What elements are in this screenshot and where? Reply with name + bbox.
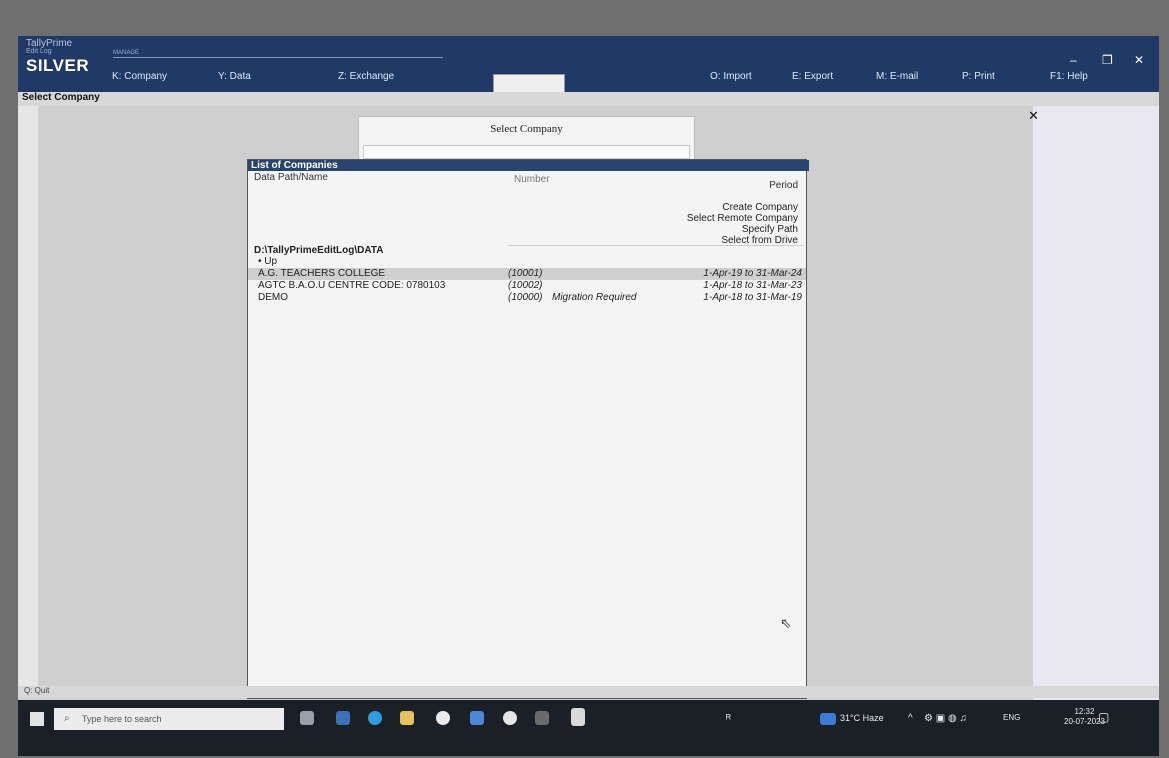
data-path: D:\TallyPrimeEditLog\DATA <box>254 245 384 256</box>
mail-icon[interactable] <box>336 711 350 725</box>
menu-company[interactable]: K: Company <box>112 71 167 82</box>
company-number: (10001) <box>508 268 543 279</box>
edge-browser-icon[interactable] <box>368 711 382 725</box>
people-icon[interactable]: ᴿ <box>726 713 731 725</box>
company-period: 1-Apr-19 to 31-Mar-24 <box>703 268 802 279</box>
minimize-icon[interactable]: – <box>1070 53 1077 67</box>
file-explorer-icon[interactable] <box>400 711 414 725</box>
close-screen-icon[interactable]: ✕ <box>1028 108 1039 124</box>
chrome-icon[interactable] <box>436 711 450 725</box>
company-period: 1-Apr-18 to 31-Mar-23 <box>703 280 802 291</box>
mouse-pointer-icon: ⇖ <box>780 615 792 631</box>
list-item-up[interactable]: • Up <box>248 256 806 268</box>
close-window-icon[interactable]: ✕ <box>1134 53 1144 67</box>
top-bar: TallyPrime Edit Log SILVER MANAGE K: Com… <box>18 36 1159 96</box>
menu-exchange[interactable]: Z: Exchange <box>338 71 394 82</box>
language-indicator[interactable]: ENG <box>1003 713 1020 722</box>
column-data-path-name: Data Path/Name <box>254 172 328 183</box>
menu-data[interactable]: Y: Data <box>218 71 251 82</box>
quit-button[interactable]: Q: Quit <box>18 686 1159 698</box>
search-icon: ⌕ <box>64 713 70 724</box>
right-button-bar <box>1033 106 1159 706</box>
menu-export[interactable]: E: Export <box>792 71 833 82</box>
up-label: • Up <box>258 256 278 267</box>
tally-app-icon[interactable] <box>571 708 585 726</box>
weather-text[interactable]: 31°C Haze <box>840 713 884 723</box>
select-company-box: Select Company <box>358 116 695 160</box>
menu-email[interactable]: M: E-mail <box>876 71 918 82</box>
notification-icon[interactable]: ▢ <box>1098 710 1109 724</box>
panel-title: List of Companies <box>248 160 809 171</box>
column-period: Period <box>769 180 798 191</box>
system-tray-icons[interactable]: ⚙ ▣ ◍ ♫ <box>924 713 967 724</box>
option-create-company[interactable]: Create Company <box>722 202 798 213</box>
chevron-up-icon[interactable]: ^ <box>908 713 913 724</box>
windows-start-icon[interactable] <box>30 712 44 726</box>
taskbar-search[interactable]: ⌕ Type here to search <box>54 708 284 730</box>
task-view-icon[interactable] <box>300 711 314 725</box>
company-name: DEMO <box>258 292 288 303</box>
taskbar-search-placeholder: Type here to search <box>82 714 162 724</box>
option-select-remote-company[interactable]: Select Remote Company <box>687 213 798 224</box>
select-company-title: Select Company <box>490 123 563 135</box>
restore-icon[interactable]: ❐ <box>1102 53 1113 67</box>
windows-taskbar: ⌕ Type here to search ᴿ 31°C Haze ^ ⚙ ▣ … <box>18 700 1159 756</box>
divider <box>508 245 804 246</box>
company-number: (10002) <box>508 280 543 291</box>
list-of-companies-panel: List of Companies Data Path/Name Number … <box>247 159 809 699</box>
option-specify-path[interactable]: Specify Path <box>742 224 798 235</box>
company-number: (10000) <box>508 292 543 303</box>
app-edition: Edit Log <box>26 48 52 55</box>
app-icon[interactable] <box>503 711 517 725</box>
company-row[interactable]: DEMO (10000) Migration Required 1-Apr-18… <box>248 292 806 304</box>
menu-print[interactable]: P: Print <box>962 71 995 82</box>
tally-screen: TallyPrime Edit Log SILVER MANAGE K: Com… <box>18 36 1159 756</box>
screen-title: Select Company <box>18 92 1159 106</box>
app-icon[interactable] <box>535 711 549 725</box>
app-plan: SILVER <box>26 56 90 75</box>
company-period: 1-Apr-18 to 31-Mar-19 <box>703 292 802 303</box>
manage-label: MANAGE <box>113 50 443 58</box>
left-gutter <box>18 106 38 691</box>
company-name: A.G. TEACHERS COLLEGE <box>258 268 386 279</box>
column-number: Number <box>514 174 550 185</box>
menu-import[interactable]: O: Import <box>710 71 752 82</box>
company-row[interactable]: A.G. TEACHERS COLLEGE (10001) 1-Apr-19 t… <box>248 268 806 280</box>
company-note: Migration Required <box>552 292 637 303</box>
menu-help[interactable]: F1: Help <box>1050 71 1088 82</box>
weather-icon <box>820 713 836 725</box>
company-row[interactable]: AGTC B.A.O.U CENTRE CODE: 0780103 (10002… <box>248 280 806 292</box>
select-company-field[interactable] <box>363 145 690 159</box>
brand: TallyPrime Edit Log SILVER <box>26 38 89 76</box>
company-name: AGTC B.A.O.U CENTRE CODE: 0780103 <box>258 280 446 291</box>
store-icon[interactable] <box>470 711 484 725</box>
